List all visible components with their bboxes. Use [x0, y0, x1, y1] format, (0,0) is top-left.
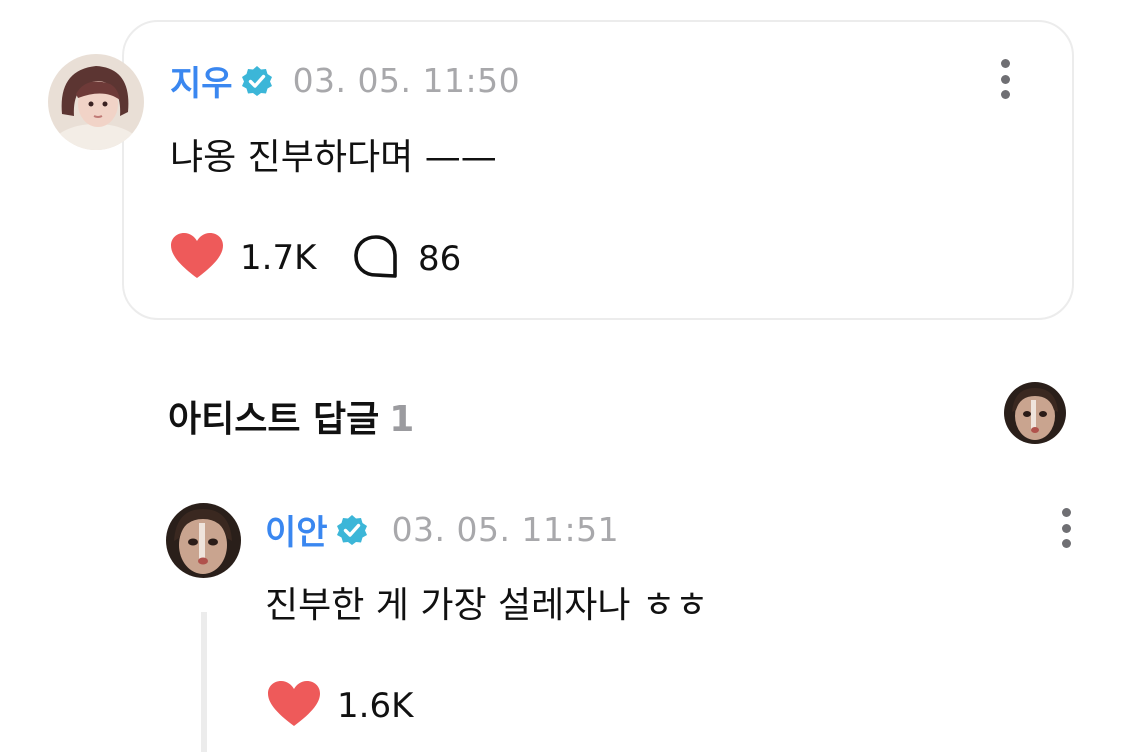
artist-avatar[interactable] [1004, 382, 1066, 444]
post-header: 지우 03. 05. 11:50 [170, 56, 520, 105]
artist-replies-count: 1 [389, 399, 415, 440]
author-avatar[interactable] [48, 54, 144, 150]
reply-content: 진부한 게 가장 설레자나 ㅎㅎ [265, 585, 709, 626]
post-timestamp: 03. 05. 11:50 [292, 61, 521, 100]
heart-icon [267, 680, 321, 732]
artist-replies-title: 아티스트 답글 [168, 399, 380, 440]
verified-badge-icon [336, 514, 368, 546]
post-content: 냐옹 진부하다며 —— [170, 137, 497, 178]
like-count: 1.7K [240, 238, 317, 278]
reply-header: 이안 03. 05. 11:51 [265, 505, 619, 554]
heart-icon [170, 232, 224, 284]
like-button[interactable]: 1.7K [170, 232, 316, 284]
comment-button[interactable]: 86 [352, 234, 461, 284]
reply-timestamp: 03. 05. 11:51 [391, 510, 620, 549]
verified-badge-icon [241, 65, 273, 97]
reply-like-button[interactable]: 1.6K [267, 680, 413, 732]
comment-count: 86 [418, 239, 462, 279]
artist-replies-header: 아티스트 답글 1 [168, 390, 414, 442]
thread-line [201, 612, 207, 752]
reply-author-avatar[interactable] [166, 503, 241, 578]
reply-author-name[interactable]: 이안 [265, 505, 328, 554]
reply-like-count: 1.6K [337, 686, 414, 726]
comment-bubble-icon [352, 234, 400, 284]
more-options-icon[interactable] [998, 59, 1012, 99]
more-options-icon[interactable] [1059, 508, 1073, 548]
author-name[interactable]: 지우 [170, 56, 233, 105]
